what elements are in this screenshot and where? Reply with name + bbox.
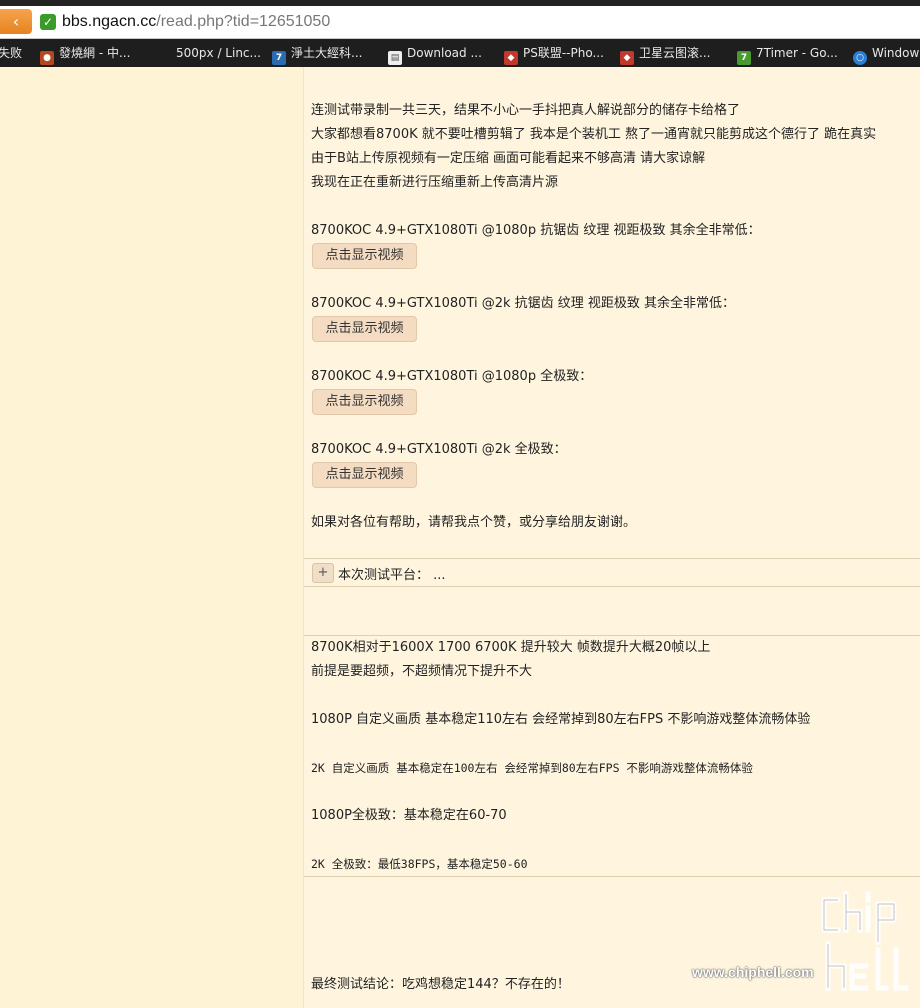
bookmark-label: 7Timer - Go...	[756, 46, 838, 60]
chiphell-logo	[821, 891, 909, 991]
show-video-button[interactable]: 点击显示视频	[312, 316, 417, 342]
expand-toggle-icon[interactable]: +	[312, 563, 334, 583]
result-line: 2K 全极致：最低38FPS，基本稳定50-60	[311, 857, 528, 871]
show-video-button[interactable]: 点击显示视频	[312, 462, 417, 488]
video-label: 8700KOC 4.9+GTX1080Ti @2k 抗锯齿 纹理 视距极致 其余…	[311, 296, 736, 311]
bookmark-label: Download ...	[407, 46, 482, 60]
result-line: 1080P全极致：基本稳定在60-70	[311, 808, 507, 823]
post-content: 连测试带录制一共三天，结果不小心一手抖把真人解说部分的储存卡给格了 大家都想看8…	[304, 67, 920, 1008]
ps-icon: ◆	[504, 51, 518, 65]
page-icon: ▤	[388, 51, 402, 65]
bookmark-item[interactable]: ● 發燒網 - 中...	[40, 39, 130, 67]
result-line: 1080P 自定义画质 基本稳定110左右 会经常掉到80左右FPS 不影响游戏…	[311, 712, 811, 727]
back-arrow-icon[interactable]: ‹	[0, 9, 32, 34]
video-label: 8700KOC 4.9+GTX1080Ti @1080p 抗锯齿 纹理 视距极致…	[311, 223, 761, 238]
video-label: 8700KOC 4.9+GTX1080Ti @2k 全极致：	[311, 442, 567, 457]
bookmark-label: PS联盟--Pho...	[523, 46, 604, 60]
globe-icon: ○	[853, 51, 867, 65]
secure-check-icon: ✓	[40, 14, 56, 30]
address-bar[interactable]: ‹ ✓ bbs.ngacn.cc/read.php?tid=12651050	[0, 6, 920, 39]
url-path: /read.php?tid=12651050	[156, 13, 331, 30]
show-video-button[interactable]: 点击显示视频	[312, 389, 417, 415]
bookmark-label: 500px / Linc...	[176, 46, 261, 60]
bookmark-label: 卫星云图滚...	[639, 46, 711, 60]
bookmark-item[interactable]: ◆ PS联盟--Pho...	[504, 39, 604, 67]
bookmark-item[interactable]: 失败	[0, 39, 22, 67]
show-video-button[interactable]: 点击显示视频	[312, 243, 417, 269]
bookmark-item[interactable]: ○ Window	[853, 39, 919, 67]
divider	[304, 586, 920, 587]
bookmark-item[interactable]: 7 7Timer - Go...	[737, 39, 838, 67]
intro-line: 连测试带录制一共三天，结果不小心一手抖把真人解说部分的储存卡给格了	[311, 103, 741, 118]
divider	[304, 558, 920, 559]
bookmark-item[interactable]: ▤ Download ...	[388, 39, 482, 67]
intro-line: 我现在正在重新进行压缩重新上传高清片源	[311, 175, 559, 190]
result-line: 前提是要超频，不超频情况下提升不大	[311, 664, 533, 679]
user-info-column	[0, 67, 304, 1008]
bookmark-label: Window	[872, 46, 920, 60]
url-text[interactable]: bbs.ngacn.cc/read.php?tid=12651050	[62, 12, 330, 32]
seven-icon: 7	[272, 51, 286, 65]
bookmark-label: 失败	[0, 46, 23, 60]
timer-icon: 7	[737, 51, 751, 65]
watermark-site: www.chiphell.com	[692, 964, 814, 980]
help-text: 如果对各位有帮助，请帮我点个赞，或分享给朋友谢谢。	[311, 515, 637, 530]
result-line: 2K 自定义画质 基本稳定在100左右 会经常掉到80左右FPS 不影响游戏整体…	[311, 761, 753, 775]
intro-line: 大家都想看8700K 就不要吐槽剪辑了 我本是个装机工 熬了一通宵就只能剪成这个…	[311, 127, 877, 142]
result-line: 8700K相对于1600X 1700 6700K 提升较大 帧数提升大概20帧以…	[311, 640, 711, 655]
bookmark-item[interactable]: ◆ 卫星云图滚...	[620, 39, 710, 67]
conclusion-text: 最终测试结论：吃鸡想稳定144？不存在的！	[311, 977, 570, 992]
site-icon: ●	[40, 51, 54, 65]
bookmarks-bar: 失败 ● 發燒網 - 中... 500px / Linc... 7 淨土大經科...…	[0, 39, 920, 67]
bookmark-item[interactable]: 7 淨土大經科...	[272, 39, 362, 67]
bookmark-label: 淨土大經科...	[291, 46, 363, 60]
ps-icon: ◆	[620, 51, 634, 65]
divider	[304, 635, 920, 636]
url-host: bbs.ngacn.cc	[62, 13, 157, 30]
intro-line: 由于B站上传原视频有一定压缩 画面可能看起来不够高清 请大家谅解	[311, 151, 706, 166]
bookmark-label: 發燒網 - 中...	[59, 46, 131, 60]
bookmark-item[interactable]: 500px / Linc...	[176, 39, 261, 67]
collapse-label[interactable]: 本次测试平台： ...	[338, 564, 446, 583]
divider	[304, 876, 920, 877]
video-label: 8700KOC 4.9+GTX1080Ti @1080p 全极致：	[311, 369, 593, 384]
